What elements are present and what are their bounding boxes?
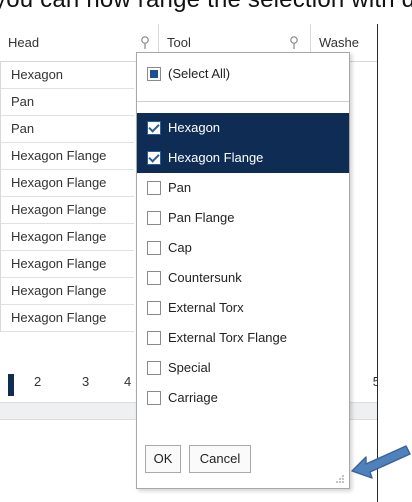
filter-option[interactable]: External Torx Flange — [137, 323, 349, 353]
table-row[interactable]: Hexagon Flange — [0, 197, 134, 224]
checkbox[interactable] — [147, 121, 161, 135]
filter-option[interactable]: External Torx — [137, 293, 349, 323]
caption-text: you can now range the selection with dra… — [0, 0, 412, 24]
checkbox[interactable] — [147, 361, 161, 375]
table-row[interactable]: Hexagon — [0, 62, 134, 89]
table-row[interactable]: Hexagon Flange — [0, 278, 134, 305]
filter-option[interactable]: Pan — [137, 173, 349, 203]
checkbox[interactable] — [147, 181, 161, 195]
table-row[interactable]: Hexagon Flange — [0, 170, 134, 197]
column-header-head[interactable]: Head — [0, 24, 158, 62]
checkbox[interactable] — [147, 391, 161, 405]
checkbox[interactable] — [147, 211, 161, 225]
filter-option[interactable]: Hexagon — [137, 113, 349, 143]
checkbox[interactable] — [147, 241, 161, 255]
checkbox[interactable] — [147, 331, 161, 345]
filter-option[interactable]: Countersunk — [137, 263, 349, 293]
resize-grip-icon[interactable] — [335, 474, 345, 484]
filter-option[interactable]: Cap — [137, 233, 349, 263]
table-row[interactable]: Hexagon Flange — [0, 143, 134, 170]
page-link[interactable]: 4 — [124, 374, 131, 389]
funnel-icon[interactable] — [289, 36, 299, 50]
filter-option[interactable]: Special — [137, 353, 349, 383]
table-row[interactable]: Hexagon Flange — [0, 224, 134, 251]
table-row[interactable]: Hexagon Flange — [0, 251, 134, 278]
filter-option[interactable]: Hexagon Flange — [137, 143, 349, 173]
checkbox[interactable] — [147, 151, 161, 165]
arrow-icon — [351, 445, 411, 479]
cancel-button[interactable]: Cancel — [189, 445, 251, 473]
ok-button[interactable]: OK — [145, 445, 181, 473]
checkbox[interactable] — [147, 301, 161, 315]
funnel-icon[interactable] — [140, 36, 150, 50]
page-link[interactable]: 3 — [82, 374, 89, 389]
current-page-indicator — [8, 374, 14, 396]
page-link[interactable]: 2 — [34, 374, 41, 389]
checkbox[interactable] — [147, 271, 161, 285]
filter-dropdown: (Select All) Hexagon Hexagon Flange Pan … — [136, 52, 350, 489]
divider — [137, 101, 349, 102]
table-row[interactable]: Hexagon Flange — [0, 305, 134, 332]
page-link[interactable]: 5 — [373, 374, 377, 389]
table-row[interactable]: Pan — [0, 116, 134, 143]
table-row[interactable]: Pan — [0, 89, 134, 116]
checkbox[interactable] — [147, 67, 161, 81]
filter-option[interactable]: Carriage — [137, 383, 349, 413]
filter-option[interactable]: Pan Flange — [137, 203, 349, 233]
filter-option-select-all[interactable]: (Select All) — [137, 59, 349, 89]
